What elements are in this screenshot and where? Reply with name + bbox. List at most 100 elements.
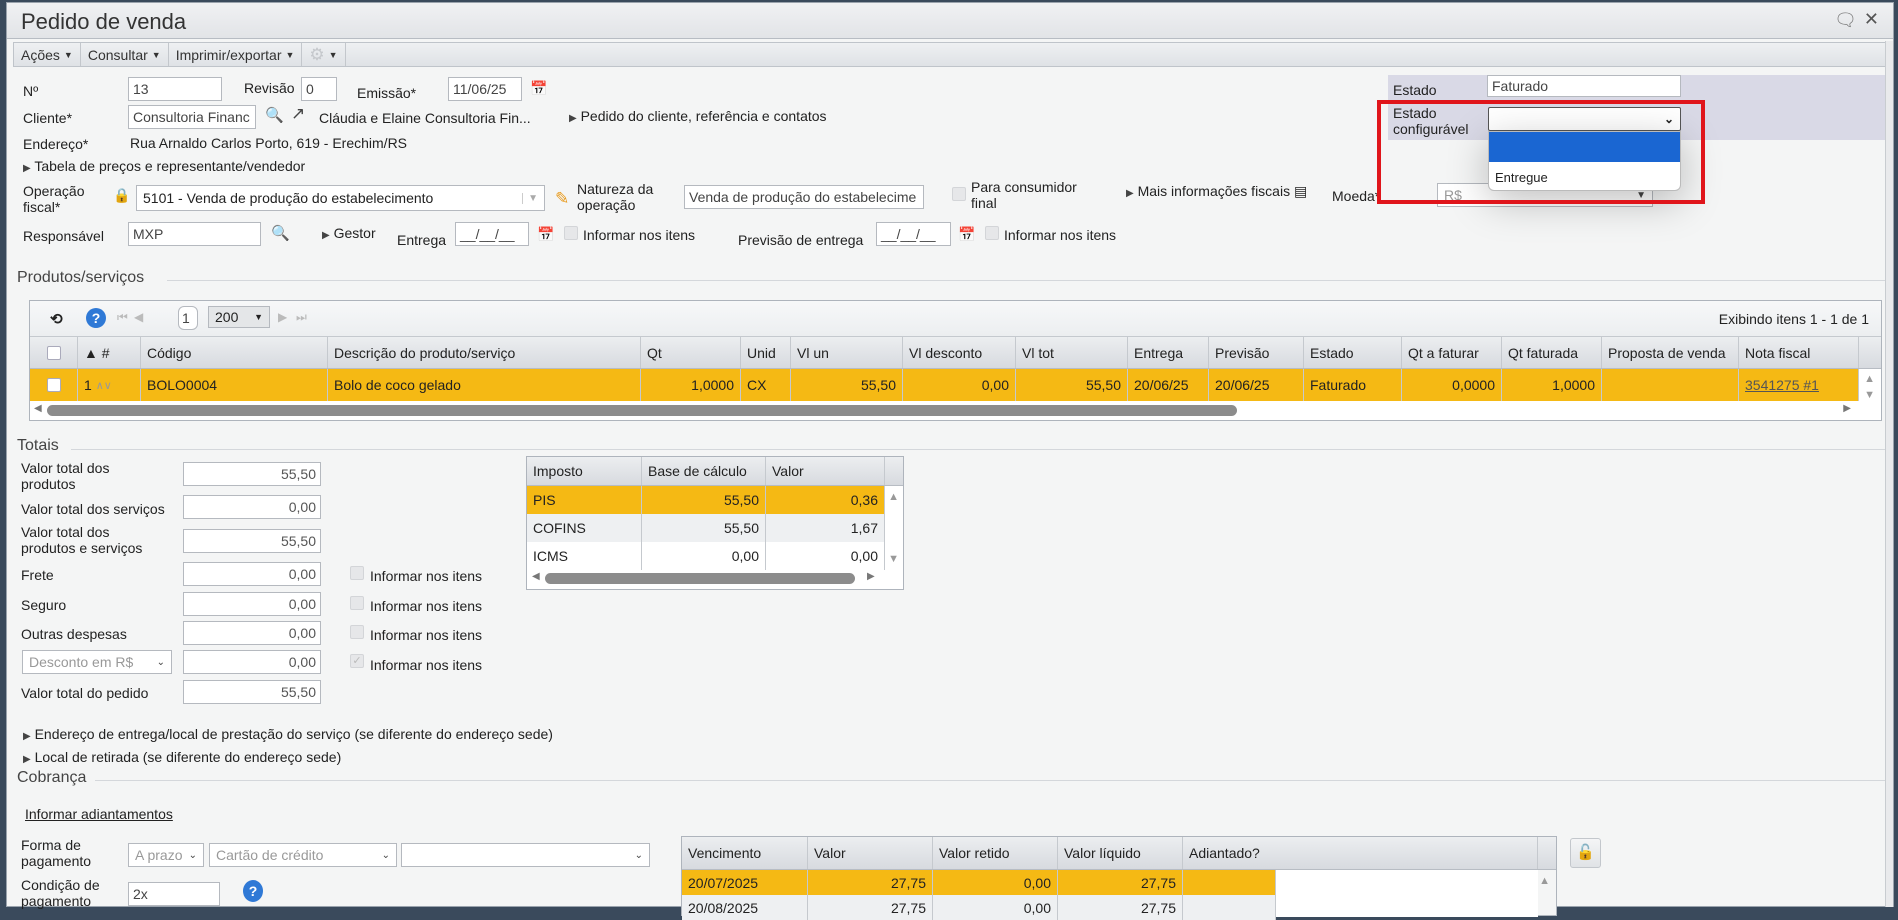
unlock-button[interactable]: 🔓 <box>1570 838 1601 868</box>
help-icon[interactable]: ? <box>243 880 263 902</box>
numero-input[interactable]: 13 <box>128 77 222 101</box>
vertical-scrollbar[interactable] <box>1885 41 1893 907</box>
endereco-entrega-toggle[interactable]: ▶ Endereço de entrega/local de prestação… <box>23 726 553 745</box>
prev-page-icon[interactable]: ◀ <box>134 310 143 324</box>
search-icon[interactable]: 🔍 <box>271 224 290 242</box>
col-unid[interactable]: Unid <box>741 337 791 368</box>
prazo-select[interactable]: A prazo ⌄ <box>128 843 204 867</box>
select-all-checkbox[interactable] <box>46 345 61 360</box>
col-vl-desconto[interactable]: Vl desconto <box>903 337 1016 368</box>
pencil-icon[interactable]: ✎ <box>555 189 569 209</box>
col-valor-retido[interactable]: Valor retido <box>933 837 1058 869</box>
frete-informar-checkbox[interactable] <box>350 566 364 580</box>
first-page-icon[interactable]: ⏮ <box>117 310 128 325</box>
col-valor[interactable]: Valor <box>766 457 885 485</box>
cliente-input[interactable]: Consultoria Financ <box>128 105 256 129</box>
col-entrega[interactable]: Entrega <box>1128 337 1209 368</box>
next-page-icon[interactable]: ▶ <box>278 310 287 324</box>
col-adiantado[interactable]: Adiantado? <box>1183 837 1538 869</box>
scroll-left-icon[interactable]: ◀ <box>532 571 540 582</box>
entrega-input[interactable]: __/__/__ <box>455 222 529 246</box>
extra-pagamento-select[interactable]: ⌄ <box>401 843 650 867</box>
scroll-down-icon[interactable]: ▼ <box>1864 389 1875 401</box>
previsao-informar-checkbox[interactable] <box>985 226 999 240</box>
calendar-icon[interactable]: 📅 <box>958 226 975 243</box>
search-icon[interactable]: 🔍 <box>265 106 284 124</box>
previsao-input[interactable]: __/__/__ <box>876 222 951 246</box>
scroll-up-icon[interactable]: ▲ <box>888 491 899 503</box>
operacao-fiscal-select[interactable]: 5101 - Venda de produção do estabelecime… <box>136 185 545 211</box>
calendar-icon[interactable]: 📅 <box>537 226 554 243</box>
total-pedido-input[interactable]: 55,50 <box>183 680 321 704</box>
scroll-down-icon[interactable]: ▼ <box>888 553 899 565</box>
col-vl-tot[interactable]: Vl tot <box>1016 337 1128 368</box>
col-codigo[interactable]: Código <box>141 337 328 368</box>
horizontal-scrollbar[interactable] <box>545 573 855 584</box>
calendar-icon[interactable]: 📅 <box>530 80 547 97</box>
outras-input[interactable]: 0,00 <box>183 621 321 645</box>
scroll-right-icon[interactable]: ▶ <box>1843 403 1851 414</box>
table-row[interactable]: 20/07/2025 27,75 0,00 27,75 <box>682 870 1276 895</box>
col-qt-faturada[interactable]: Qt faturada <box>1502 337 1602 368</box>
scroll-left-icon[interactable]: ◀ <box>34 403 42 414</box>
scroll-right-icon[interactable]: ▶ <box>867 571 875 582</box>
col-number[interactable]: ▲ # <box>78 337 141 368</box>
page-size-select[interactable]: 200 ▼ <box>208 306 270 328</box>
table-row[interactable]: ICMS 0,00 0,00 <box>527 542 885 570</box>
move-down-icon[interactable]: ∨ <box>104 379 112 392</box>
scroll-up-icon[interactable]: ▲ <box>1864 373 1875 385</box>
col-qt[interactable]: Qt <box>641 337 741 368</box>
emissao-input[interactable]: 11/06/25 <box>448 77 522 101</box>
horizontal-scrollbar[interactable] <box>47 405 1237 416</box>
scroll-up-icon[interactable]: ▲ <box>1539 875 1550 887</box>
move-up-icon[interactable]: ∧ <box>96 379 104 392</box>
desconto-tipo-select[interactable]: Desconto em R$ ⌄ <box>22 650 172 674</box>
col-valor-liquido[interactable]: Valor líquido <box>1058 837 1183 869</box>
nota-fiscal-link[interactable]: 3541275 #1 <box>1745 377 1819 393</box>
col-qt-faturar[interactable]: Qt a faturar <box>1402 337 1502 368</box>
col-previsao[interactable]: Previsão <box>1209 337 1304 368</box>
outras-informar-checkbox[interactable] <box>350 625 364 639</box>
actions-menu[interactable]: Ações ▼ <box>14 43 81 66</box>
frete-input[interactable]: 0,00 <box>183 562 321 586</box>
close-icon[interactable]: ✕ <box>1864 9 1879 30</box>
table-row[interactable]: 1 ∧ ∨ BOLO0004 Bolo de coco gelado 1,0000… <box>30 369 1859 401</box>
print-export-menu[interactable]: Imprimir/exportar ▼ <box>169 43 303 66</box>
total-servicos-input[interactable]: 0,00 <box>183 495 321 519</box>
local-retirada-toggle[interactable]: ▶ Local de retirada (se diferente do end… <box>23 749 341 768</box>
responsavel-input[interactable]: MXP <box>128 222 261 246</box>
mais-info-fiscais-toggle[interactable]: ▶ Mais informações fiscais ▤ <box>1126 183 1307 202</box>
table-row[interactable]: 20/08/2025 27,75 0,00 27,75 <box>682 895 1276 920</box>
col-proposta[interactable]: Proposta de venda <box>1602 337 1739 368</box>
col-base[interactable]: Base de cálculo <box>642 457 766 485</box>
col-descricao[interactable]: Descrição do produto/serviço <box>328 337 641 368</box>
seguro-input[interactable]: 0,00 <box>183 592 321 616</box>
col-valor[interactable]: Valor <box>808 837 933 869</box>
table-row[interactable]: PIS 55,50 0,36 <box>527 486 885 514</box>
revisao-input[interactable]: 0 <box>301 77 337 101</box>
total-produtos-input[interactable]: 55,50 <box>183 462 321 486</box>
meio-pagamento-select[interactable]: Cartão de crédito ⌄ <box>209 843 397 867</box>
entrega-informar-checkbox[interactable] <box>564 226 578 240</box>
seguro-informar-checkbox[interactable] <box>350 596 364 610</box>
consumidor-final-checkbox[interactable] <box>952 187 966 201</box>
informar-adiantamentos-link[interactable]: Informar adiantamentos <box>25 806 173 822</box>
table-row[interactable]: COFINS 55,50 1,67 <box>527 514 885 542</box>
consult-menu[interactable]: Consultar ▼ <box>81 43 169 66</box>
tabela-precos-toggle[interactable]: ▶ Tabela de preços e representante/vende… <box>23 158 305 177</box>
total-prod-serv-input[interactable]: 55,50 <box>183 529 321 553</box>
col-nota-fiscal[interactable]: Nota fiscal <box>1739 337 1859 368</box>
refresh-icon[interactable]: ⟲ <box>50 310 63 328</box>
external-link-icon[interactable]: ↗ <box>291 104 305 124</box>
gestor-toggle[interactable]: ▶ Gestor <box>322 225 376 244</box>
col-imposto[interactable]: Imposto <box>527 457 642 485</box>
desconto-informar-checkbox[interactable]: ✓ <box>350 654 364 668</box>
page-input[interactable]: 1 <box>178 306 198 330</box>
condicao-input[interactable]: 2x <box>128 882 220 906</box>
settings-menu[interactable]: ⚙ ▼ <box>302 43 346 66</box>
chat-icon[interactable]: 🗨 <box>1834 10 1857 31</box>
col-vl-un[interactable]: Vl un <box>791 337 903 368</box>
col-vencimento[interactable]: Vencimento <box>682 837 808 869</box>
help-icon[interactable]: ? <box>86 308 106 328</box>
last-page-icon[interactable]: ⏭ <box>296 310 307 325</box>
